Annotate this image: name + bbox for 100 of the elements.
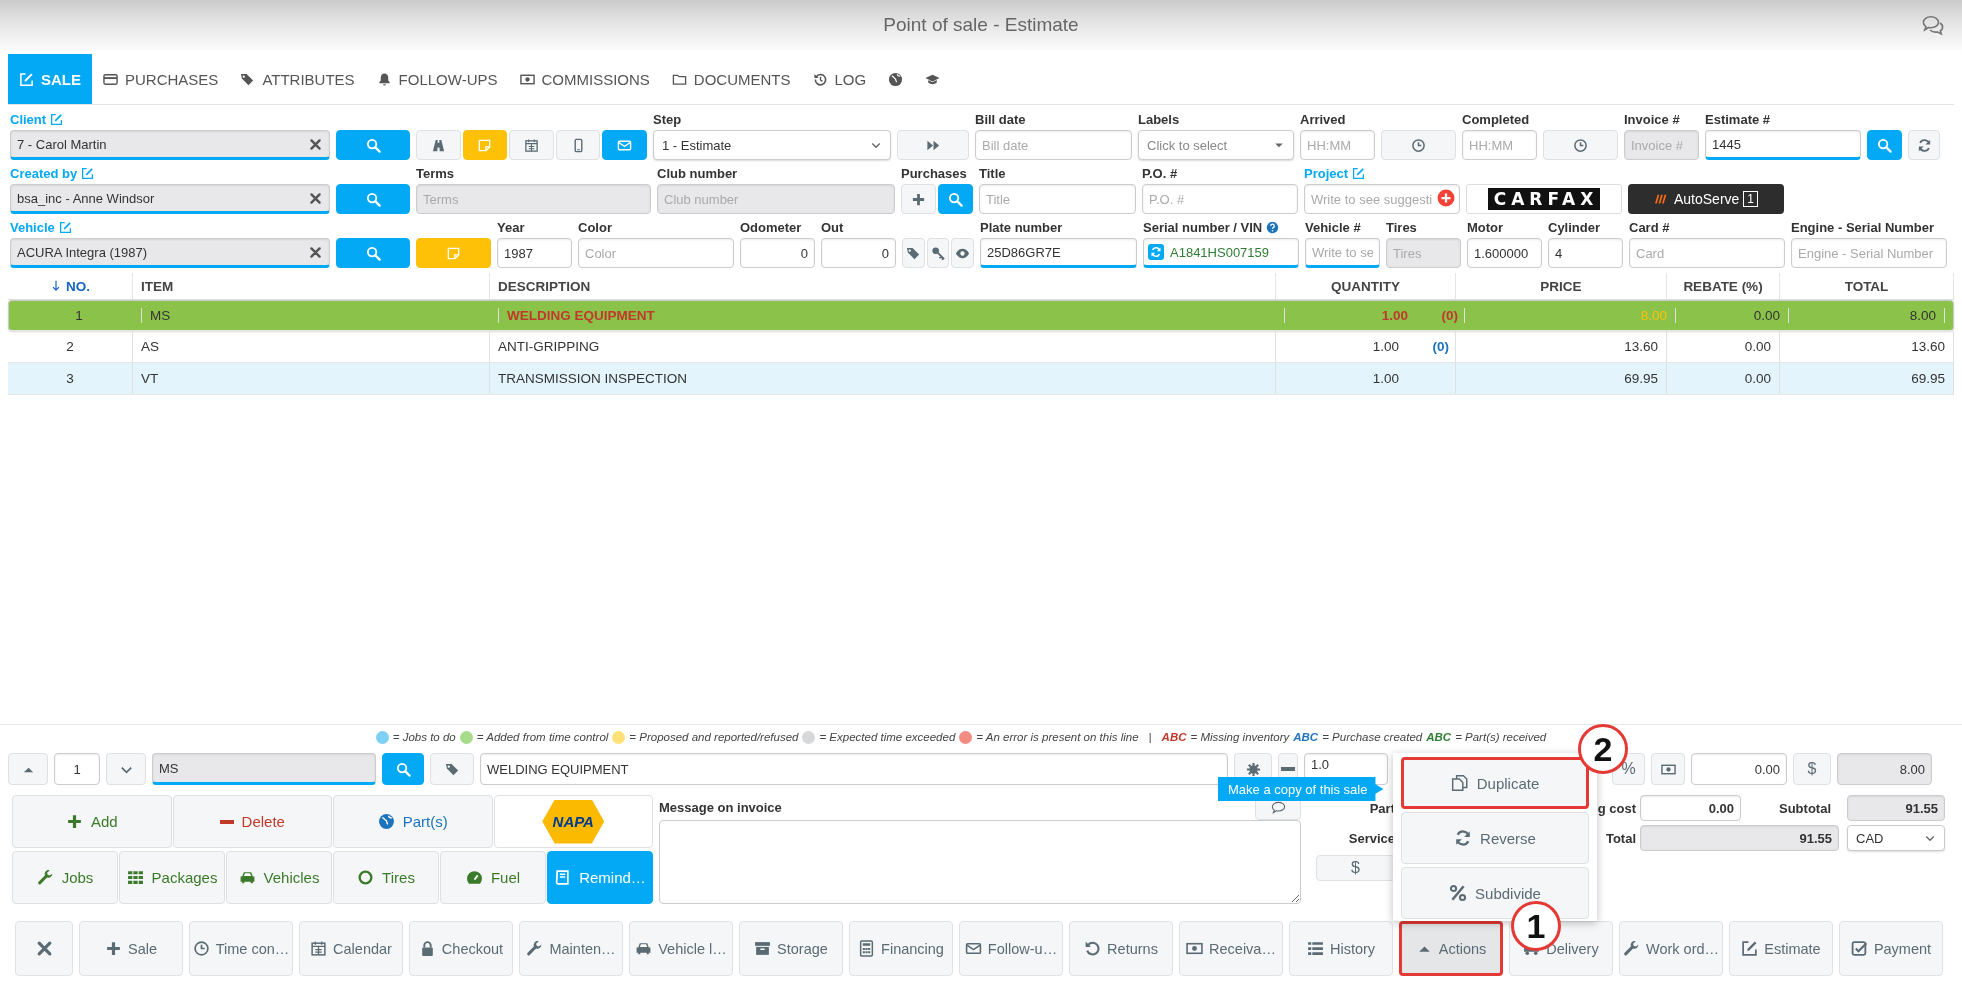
message-field[interactable] <box>659 820 1301 904</box>
text-field[interactable]: A1841HS007159 <box>1143 238 1299 268</box>
text-field[interactable]: Write to see suggesti <box>1304 184 1460 214</box>
toolbar-button[interactable]: Payment <box>1839 921 1943 976</box>
toolbar-button[interactable]: Financing <box>849 921 953 976</box>
banknote-button[interactable] <box>1651 753 1685 785</box>
tab[interactable]: FOLLOW-UPS <box>365 54 509 104</box>
cancel-button[interactable] <box>15 921 73 976</box>
menu-item[interactable]: Duplicate <box>1401 757 1589 809</box>
text-field[interactable]: 91.55 <box>1640 825 1839 851</box>
toolbar-button[interactable]: Sale <box>79 921 183 976</box>
tool-button[interactable]: Jobs <box>12 851 118 904</box>
toolbar-button[interactable]: Estimate <box>1729 921 1833 976</box>
text-field[interactable]: 1987 <box>497 238 572 268</box>
search-button[interactable] <box>336 184 410 214</box>
refresh-button[interactable] <box>1908 130 1940 160</box>
text-field[interactable]: 25D86GR7E <box>980 238 1137 268</box>
logo-button[interactable]: CARFAX <box>1466 184 1622 214</box>
clock-button[interactable] <box>1543 130 1618 160</box>
tool-button[interactable]: Part(s) <box>333 795 493 848</box>
column-header[interactable]: REBATE (%) <box>1683 278 1763 294</box>
tool-button[interactable]: Packages <box>119 851 225 904</box>
logo-button[interactable]: NAPA <box>493 795 653 848</box>
amount-field[interactable]: 8.00 <box>1837 753 1932 785</box>
toolbar-button[interactable]: Calendar <box>299 921 403 976</box>
toolbar-button[interactable]: Storage <box>739 921 843 976</box>
text-field[interactable]: ACURA Integra (1987) <box>10 238 330 268</box>
calendar-button[interactable] <box>509 130 554 160</box>
tab[interactable]: DOCUMENTS <box>660 54 802 104</box>
toolbar-button[interactable]: Receiva… <box>1179 921 1283 976</box>
toolbar-button[interactable]: Vehicle l… <box>629 921 733 976</box>
key-button[interactable] <box>926 238 950 268</box>
text-field[interactable]: 0 <box>740 238 815 268</box>
column-header[interactable]: QUANTITY <box>1331 278 1400 294</box>
search-button[interactable] <box>336 238 410 268</box>
plus-button[interactable] <box>901 184 936 214</box>
column-header[interactable]: PRICE <box>1540 278 1582 294</box>
column-header[interactable]: ITEM <box>141 278 174 294</box>
text-field[interactable]: 1.600000 <box>1467 238 1542 268</box>
text-field[interactable]: 0 <box>821 238 896 268</box>
text-field[interactable]: Bill date <box>975 130 1132 160</box>
tag-button[interactable] <box>902 238 925 268</box>
tool-button[interactable]: Tires <box>333 851 439 904</box>
tab[interactable]: PURCHASES <box>92 54 230 104</box>
line-field[interactable]: 1 <box>54 753 100 785</box>
search-button[interactable] <box>382 753 424 785</box>
tab[interactable]: ATTRIBUTES <box>229 54 366 104</box>
column-header[interactable]: TOTAL <box>1844 278 1889 294</box>
dollar-button[interactable]: $ <box>1316 855 1395 881</box>
toolbar-button[interactable]: History <box>1289 921 1393 976</box>
phone-button[interactable] <box>555 130 601 160</box>
text-field[interactable]: HH:MM <box>1462 130 1537 160</box>
description-field[interactable]: WELDING EQUIPMENT <box>480 753 1228 785</box>
text-field[interactable]: Card <box>1629 238 1785 268</box>
tab[interactable]: LOG <box>801 54 878 104</box>
tool-button[interactable]: Fuel <box>440 851 546 904</box>
column-header[interactable]: DESCRIPTION <box>498 278 591 294</box>
text-field[interactable]: Color <box>578 238 734 268</box>
toolbar-button[interactable]: Checkout <box>409 921 513 976</box>
envelope-button[interactable] <box>602 130 647 160</box>
text-field[interactable]: Invoice # <box>1624 130 1699 160</box>
text-field[interactable]: Engine - Serial Number <box>1791 238 1947 268</box>
tool-button[interactable]: Add <box>12 795 172 848</box>
tag-button[interactable] <box>430 753 474 785</box>
tab[interactable]: COMMISSIONS <box>508 54 661 104</box>
text-field[interactable]: Tires <box>1386 238 1461 268</box>
text-field[interactable]: Title <box>979 184 1136 214</box>
clock-button[interactable] <box>1381 130 1456 160</box>
down-button[interactable] <box>106 753 146 785</box>
menu-item[interactable]: Reverse <box>1401 812 1589 864</box>
discount-field[interactable]: 0.00 <box>1691 753 1787 785</box>
text-field[interactable]: 4 <box>1548 238 1623 268</box>
table-row[interactable]: 1 MS WELDING EQUIPMENT 1.00 (0) 8.00 0.00 8.00 <box>8 300 1954 331</box>
fast-forward-button[interactable] <box>897 130 969 160</box>
search-button[interactable] <box>1867 130 1902 160</box>
text-field[interactable]: Terms <box>416 184 651 214</box>
text-field[interactable]: 1445 <box>1705 130 1861 160</box>
search-button[interactable] <box>336 130 410 160</box>
text-field[interactable]: HH:MM <box>1300 130 1375 160</box>
text-field[interactable]: bsa_inc - Anne Windsor <box>10 184 330 214</box>
tool-button[interactable]: Delete <box>172 795 332 848</box>
logo-button[interactable]: AutoServe 1 <box>1628 184 1784 214</box>
dropdown[interactable]: CAD <box>1847 825 1945 851</box>
text-field[interactable]: 91.55 <box>1847 795 1945 821</box>
dropdown[interactable]: Click to select <box>1138 130 1294 160</box>
road-button[interactable] <box>416 130 461 160</box>
search-button[interactable] <box>938 184 973 214</box>
toolbar-button[interactable]: Follow-u… <box>959 921 1063 976</box>
tool-button[interactable]: Vehicles <box>226 851 332 904</box>
text-field[interactable]: P.O. # <box>1142 184 1298 214</box>
dropdown[interactable]: 1 - Estimate <box>653 130 891 160</box>
toolbar-button[interactable]: Work ord… <box>1619 921 1723 976</box>
text-field[interactable]: Write to se <box>1305 238 1380 268</box>
table-row[interactable]: 3 VT TRANSMISSION INSPECTION 1.00 69.95 0.00 69.95 <box>8 363 1954 395</box>
dollar-button[interactable]: $ <box>1793 753 1831 785</box>
text-field[interactable]: 7 - Carol Martin <box>10 130 330 160</box>
item-field[interactable]: MS <box>152 753 376 785</box>
toolbar-button[interactable]: Time con… <box>189 921 293 976</box>
text-field[interactable]: Club number <box>657 184 895 214</box>
eye-button[interactable] <box>951 238 974 268</box>
